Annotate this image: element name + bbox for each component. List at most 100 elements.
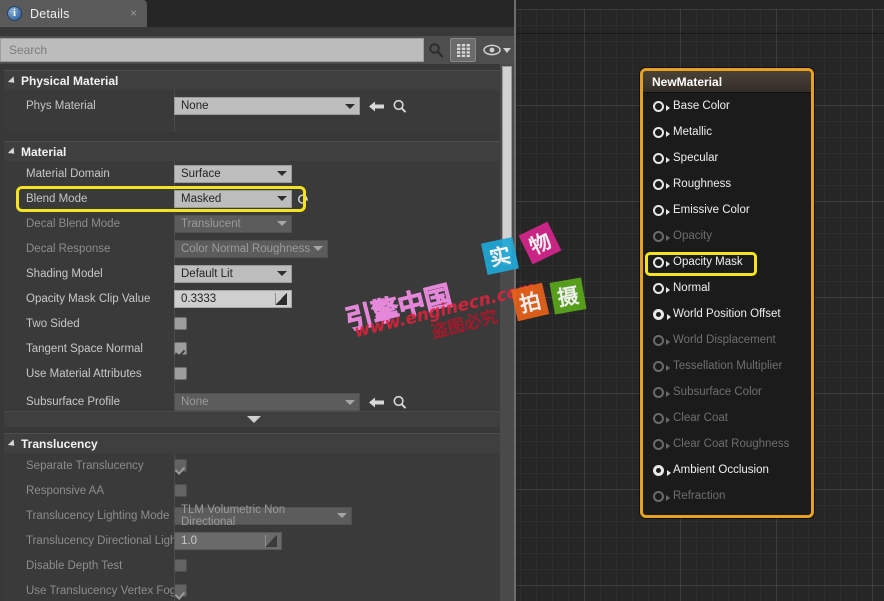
browse-asset-icon[interactable] [390,98,408,114]
reset-to-default-icon[interactable] [296,191,310,207]
search-input[interactable] [0,38,424,62]
pin-specular[interactable]: Specular [643,145,811,171]
row-label: Material Domain [26,167,110,180]
disable-depth-test-checkbox [174,559,187,572]
chevron-down-icon [247,416,261,423]
details-scrollbar-thumb[interactable] [502,66,512,266]
row-label: Tangent Space Normal [26,342,143,355]
row-decal-blend-mode: Decal Blend Mode Translucent [4,211,504,236]
show-more-properties-button[interactable] [4,411,504,427]
combo-value: Color Normal Roughness [181,242,311,255]
material-domain-combo[interactable]: Surface [174,164,292,183]
close-icon[interactable]: × [130,6,137,20]
section-body-translucency: Separate Translucency Responsive AA Tran… [4,453,504,601]
tangent-space-normal-checkbox[interactable] [174,342,187,355]
pin-world-displacement: World Displacement [643,327,811,353]
pin-connector-icon[interactable] [653,126,670,138]
tab-details[interactable]: i Details × [0,0,147,27]
blend-mode-combo[interactable]: Masked [174,189,292,208]
row-label: Responsive AA [26,484,104,497]
row-label: Decal Response [26,242,111,255]
pin-label: World Position Offset [673,308,781,320]
pin-opacity-mask[interactable]: Opacity Mask [643,249,811,275]
combo-value: Default Lit [181,267,233,280]
chevron-down-icon [277,221,287,226]
pin-emissive-color[interactable]: Emissive Color [643,197,811,223]
pin-connector-icon[interactable] [653,178,670,190]
combo-value: Masked [181,192,222,205]
collapse-triangle-icon [7,438,18,449]
row-phys-material: Phys Material None [4,90,504,122]
pin-label: Opacity Mask [673,256,743,268]
decal-response-combo: Color Normal Roughness [174,239,328,258]
pin-connector-icon[interactable] [653,152,670,164]
pin-label: Clear Coat [673,412,728,424]
pin-clear-coat: Clear Coat [643,405,811,431]
pin-base-color[interactable]: Base Color [643,93,811,119]
combo-value: Surface [181,167,221,180]
pin-subsurface-color: Subsurface Color [643,379,811,405]
phys-material-combo[interactable]: None [174,97,360,115]
row-label: Translucency Directional Ligh [26,534,174,547]
shading-model-combo[interactable]: Default Lit [174,264,292,283]
browse-asset-icon[interactable] [390,394,408,410]
pin-connector-icon [653,334,670,346]
info-icon: i [7,6,22,21]
pin-connector-icon[interactable] [653,282,670,294]
chevron-down-icon [337,513,347,518]
two-sided-checkbox[interactable] [174,317,187,330]
numeric-value: 0.3333 [181,292,217,305]
combo-value: Translucent [181,217,241,230]
material-output-node[interactable]: NewMaterial Base Color Metallic Specular… [640,68,814,518]
pin-label: Metallic [673,126,712,138]
graph-guide-line [516,33,884,34]
pin-refraction: Refraction [643,483,811,509]
pin-connector-icon [653,230,670,242]
row-decal-response: Decal Response Color Normal Roughness [4,236,504,261]
translucency-lighting-mode-combo: TLM Volumetric Non Directional [174,504,352,528]
eye-icon[interactable] [480,38,514,62]
pin-ambient-occlusion[interactable]: Ambient Occlusion [643,457,811,483]
grid-view-icon[interactable] [450,38,476,62]
row-blend-mode: Blend Mode Masked [4,186,504,211]
pin-connector-icon[interactable] [653,204,670,216]
use-translucency-vertex-fog-checkbox [174,584,187,597]
numeric-value: 1.0 [181,534,197,547]
chevron-down-icon [345,399,355,405]
drag-handle-icon[interactable] [275,292,287,305]
row-responsive-aa: Responsive AA [4,478,504,503]
panel-splitter[interactable] [514,0,516,601]
use-material-attributes-checkbox[interactable] [174,367,187,380]
section-header-physical-material[interactable]: Physical Material [4,70,504,90]
app-root: i Details × Search Physical Material Phy… [0,0,884,601]
pin-connector-icon [653,490,670,502]
pin-connector-icon [653,360,670,372]
use-selected-asset-icon[interactable] [368,394,384,410]
pin-tessellation-multiplier: Tessellation Multiplier [643,353,811,379]
pin-label: Emissive Color [673,204,750,216]
pin-connector-icon[interactable] [653,308,671,320]
pin-world-position-offset[interactable]: World Position Offset [643,301,811,327]
search-icon[interactable] [424,38,448,62]
translucency-directional-lighting-field: 1.0 [174,531,282,550]
section-header-material[interactable]: Material [4,141,504,161]
pin-label: Tessellation Multiplier [673,360,783,372]
row-label: Translucency Lighting Mode [26,509,170,522]
pin-normal[interactable]: Normal [643,275,811,301]
pin-metallic[interactable]: Metallic [643,119,811,145]
row-use-translucency-vertex-fog: Use Translucency Vertex Fog [4,578,504,601]
section-header-translucency[interactable]: Translucency [4,433,504,453]
section-body-physical-material: Phys Material None [4,90,504,132]
drag-handle-icon [265,534,277,547]
pin-connector-icon[interactable] [653,464,671,476]
pin-connector-icon [653,386,670,398]
use-selected-asset-icon[interactable] [368,98,384,114]
pin-connector-icon[interactable] [653,256,670,268]
opacity-mask-clip-value-field[interactable]: 0.3333 [174,289,292,308]
pin-label: Refraction [673,490,726,502]
pin-roughness[interactable]: Roughness [643,171,811,197]
pin-connector-icon[interactable] [653,100,670,112]
section-title: Physical Material [21,73,119,88]
row-separate-translucency: Separate Translucency [4,453,504,478]
row-label: Phys Material [26,100,96,112]
